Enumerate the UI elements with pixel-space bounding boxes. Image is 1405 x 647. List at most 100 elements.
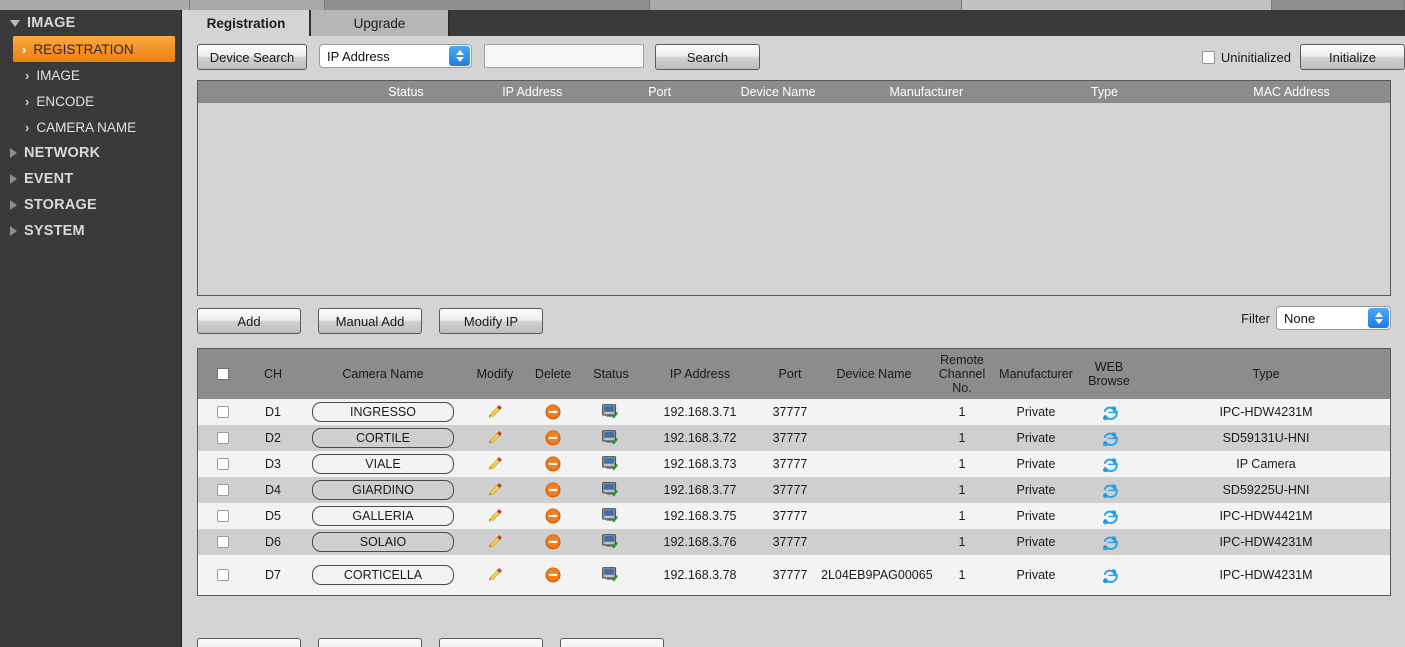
delete-circle-icon bbox=[545, 482, 561, 498]
cell-camera-name bbox=[300, 529, 466, 555]
results-col-port: Port bbox=[648, 85, 672, 99]
table-row[interactable]: D1 192.168.3.71 37777 1 Private IPC-HDW4231M bbox=[198, 399, 1390, 425]
chevron-right-icon: › bbox=[25, 93, 30, 109]
sidebar-group-system[interactable]: SYSTEM bbox=[0, 218, 181, 244]
search-type-select-wrapper: IP Address bbox=[319, 44, 472, 68]
top-chrome-strip bbox=[0, 0, 1405, 10]
web-browse-button[interactable] bbox=[1076, 529, 1142, 555]
bottom-button-1[interactable] bbox=[197, 638, 301, 647]
cell-ip-address: 192.168.3.73 bbox=[663, 457, 737, 471]
row-select-cell bbox=[198, 451, 246, 477]
modify-button[interactable] bbox=[466, 451, 524, 477]
row-select-cell bbox=[198, 529, 246, 555]
tab-bar: Registration Upgrade bbox=[183, 10, 1405, 36]
delete-button[interactable] bbox=[524, 529, 582, 555]
sidebar-group-storage[interactable]: STORAGE bbox=[0, 192, 181, 218]
monitor-connected-icon bbox=[602, 534, 619, 549]
modify-button[interactable] bbox=[466, 425, 524, 451]
sidebar-item-camera-name[interactable]: › CAMERA NAME bbox=[16, 114, 175, 140]
delete-button[interactable] bbox=[524, 425, 582, 451]
camera-name-input[interactable] bbox=[312, 506, 454, 526]
cell-ip-address: 192.168.3.77 bbox=[663, 483, 737, 497]
table-row[interactable]: D7 192.168.3.78 37777 2L04EB9PAG00065 1 Priva… bbox=[198, 555, 1390, 595]
search-input[interactable] bbox=[484, 44, 644, 68]
camera-name-input[interactable] bbox=[312, 480, 454, 500]
manual-add-button[interactable]: Manual Add bbox=[318, 308, 422, 334]
camera-name-input[interactable] bbox=[312, 454, 454, 474]
filter-select[interactable]: None bbox=[1276, 306, 1391, 330]
tab-upgrade[interactable]: Upgrade bbox=[311, 10, 450, 36]
camera-name-input[interactable] bbox=[312, 402, 454, 422]
table-row[interactable]: D4 192.168.3.77 37777 1 Private SD59225U-HNI bbox=[198, 477, 1390, 503]
cell-ch: D5 bbox=[265, 509, 281, 523]
add-button[interactable]: Add bbox=[197, 308, 301, 334]
camera-name-input[interactable] bbox=[312, 532, 454, 552]
cell-manufacturer: Private bbox=[1016, 405, 1056, 419]
tab-registration[interactable]: Registration bbox=[183, 10, 311, 36]
bottom-button-4[interactable] bbox=[560, 638, 664, 647]
table-row[interactable]: D3 192.168.3.73 37777 1 Private IP Camera bbox=[198, 451, 1390, 477]
delete-button[interactable] bbox=[524, 451, 582, 477]
web-browse-button[interactable] bbox=[1076, 477, 1142, 503]
col-port: Port bbox=[778, 367, 802, 381]
sidebar-group-event[interactable]: EVENT bbox=[0, 166, 181, 192]
delete-circle-icon bbox=[545, 404, 561, 420]
bottom-button-2[interactable] bbox=[318, 638, 422, 647]
row-checkbox[interactable] bbox=[216, 458, 229, 470]
row-checkbox[interactable] bbox=[216, 510, 229, 522]
search-button[interactable]: Search bbox=[655, 44, 760, 70]
web-browse-button[interactable] bbox=[1076, 451, 1142, 477]
modify-button[interactable] bbox=[466, 477, 524, 503]
uninitialized-checkbox[interactable] bbox=[1201, 50, 1215, 64]
cell-camera-name bbox=[300, 425, 466, 451]
delete-button[interactable] bbox=[524, 503, 582, 529]
web-browse-button[interactable] bbox=[1076, 425, 1142, 451]
sidebar-item-encode[interactable]: › ENCODE bbox=[16, 88, 175, 114]
bottom-button-3[interactable] bbox=[439, 638, 543, 647]
camera-name-input[interactable] bbox=[312, 428, 454, 448]
row-checkbox[interactable] bbox=[216, 536, 229, 548]
sidebar-item-image[interactable]: › IMAGE bbox=[16, 62, 175, 88]
row-checkbox[interactable] bbox=[216, 406, 229, 418]
web-browse-button[interactable] bbox=[1076, 503, 1142, 529]
delete-button[interactable] bbox=[524, 555, 582, 595]
cell-type: IP Camera bbox=[1236, 457, 1296, 471]
camera-name-input[interactable] bbox=[312, 565, 454, 585]
delete-circle-icon bbox=[545, 567, 561, 583]
cell-manufacturer: Private bbox=[1016, 509, 1056, 523]
pencil-icon bbox=[489, 457, 502, 470]
sidebar-group-network[interactable]: NETWORK bbox=[0, 140, 181, 166]
row-checkbox[interactable] bbox=[216, 484, 229, 496]
cell-type: SD59225U-HNI bbox=[1222, 483, 1310, 497]
sidebar-item-registration[interactable]: › REGISTRATION bbox=[13, 36, 175, 62]
select-all-checkbox[interactable] bbox=[216, 368, 229, 380]
table-row[interactable]: D5 192.168.3.75 37777 1 Private IPC-HDW4421M bbox=[198, 503, 1390, 529]
row-checkbox[interactable] bbox=[216, 432, 229, 444]
modify-ip-button[interactable]: Modify IP bbox=[439, 308, 543, 334]
sidebar-item-label: ENCODE bbox=[36, 93, 95, 109]
initialize-button[interactable]: Initialize bbox=[1300, 44, 1405, 70]
results-col-status: Status bbox=[388, 85, 424, 99]
device-search-button[interactable]: Device Search bbox=[197, 44, 307, 70]
monitor-connected-icon bbox=[602, 508, 619, 523]
sidebar-group-image[interactable]: IMAGE bbox=[0, 10, 181, 36]
delete-button[interactable] bbox=[524, 477, 582, 503]
search-type-select[interactable]: IP Address bbox=[319, 44, 472, 68]
cell-camera-name bbox=[300, 451, 466, 477]
web-browse-button[interactable] bbox=[1076, 555, 1142, 595]
chevron-right-icon: › bbox=[25, 67, 30, 83]
delete-circle-icon bbox=[545, 430, 561, 446]
delete-button[interactable] bbox=[524, 399, 582, 425]
cell-remote-channel-no: 1 bbox=[958, 568, 966, 582]
modify-button[interactable] bbox=[466, 555, 524, 595]
delete-circle-icon bbox=[545, 508, 561, 524]
table-row[interactable]: D6 192.168.3.76 37777 1 Private IPC-HDW4231M bbox=[198, 529, 1390, 555]
search-results-header: Status IP Address Port Device Name Manuf… bbox=[198, 81, 1390, 103]
row-checkbox[interactable] bbox=[216, 569, 229, 581]
modify-button[interactable] bbox=[466, 503, 524, 529]
table-row[interactable]: D2 192.168.3.72 37777 1 Private SD59131U-HNI bbox=[198, 425, 1390, 451]
modify-button[interactable] bbox=[466, 399, 524, 425]
modify-button[interactable] bbox=[466, 529, 524, 555]
cell-device-name bbox=[820, 451, 928, 477]
web-browse-button[interactable] bbox=[1076, 399, 1142, 425]
